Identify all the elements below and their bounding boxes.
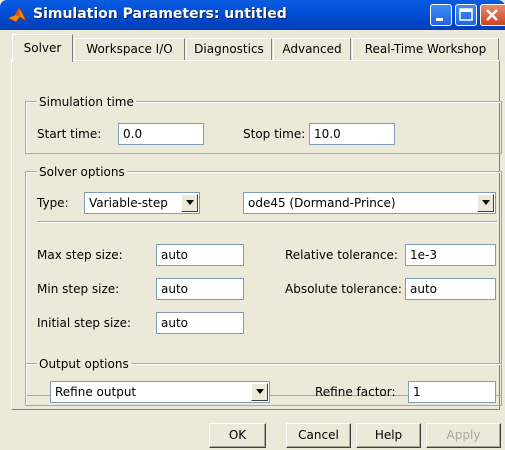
maximize-icon — [459, 8, 473, 21]
tab-real-time-workshop[interactable]: Real-Time Workshop — [352, 38, 499, 61]
minimize-button[interactable] — [430, 4, 452, 26]
solver-select[interactable]: ode45 (Dormand-Prince) — [243, 192, 496, 214]
minimize-icon — [436, 18, 443, 21]
chevron-down-icon — [186, 200, 194, 205]
solver-type-value: Variable-step — [89, 196, 168, 210]
start-time-input[interactable]: 0.0 — [118, 123, 204, 145]
help-button[interactable]: Help — [356, 423, 421, 448]
apply-button[interactable]: Apply — [426, 423, 501, 448]
ok-button[interactable]: OK — [209, 423, 266, 448]
stop-time-label: Stop time: — [243, 127, 306, 141]
relative-tolerance-label: Relative tolerance: — [285, 248, 398, 262]
solver-panel: Simulation time Start time: 0.0 Stop tim… — [11, 60, 502, 410]
close-button[interactable] — [480, 4, 505, 26]
chevron-down-icon — [482, 200, 490, 205]
cancel-button[interactable]: Cancel — [286, 423, 351, 448]
tab-advanced[interactable]: Advanced — [273, 38, 351, 61]
output-options-label: Output options — [37, 357, 131, 371]
refine-factor-input[interactable]: 1 — [408, 381, 496, 403]
refine-factor-label: Refine factor: — [315, 385, 396, 399]
output-dropdown-button[interactable] — [251, 383, 268, 401]
relative-tolerance-input[interactable]: 1e-3 — [405, 244, 496, 266]
solver-dropdown-button[interactable] — [477, 194, 494, 212]
solver-type-select[interactable]: Variable-step — [84, 192, 200, 214]
simulation-time-label: Simulation time — [37, 95, 136, 109]
output-select[interactable]: Refine output — [50, 381, 270, 403]
tab-workspace-io[interactable]: Workspace I/O — [74, 38, 185, 61]
matlab-logo-icon — [7, 7, 27, 23]
absolute-tolerance-label: Absolute tolerance: — [285, 282, 402, 296]
initial-step-size-input[interactable]: auto — [156, 312, 244, 334]
initial-step-size-label: Initial step size: — [37, 316, 132, 330]
min-step-size-input[interactable]: auto — [156, 278, 244, 300]
solver-options-divider — [37, 221, 497, 223]
maximize-button[interactable] — [455, 4, 477, 26]
max-step-size-input[interactable]: auto — [156, 244, 244, 266]
window-title: Simulation Parameters: untitled — [33, 6, 287, 22]
start-time-label: Start time: — [37, 127, 102, 141]
solver-options-label: Solver options — [37, 165, 127, 179]
stop-time-input[interactable]: 10.0 — [309, 123, 395, 145]
absolute-tolerance-input[interactable]: auto — [405, 278, 496, 300]
max-step-size-label: Max step size: — [37, 248, 123, 262]
type-label: Type: — [37, 196, 69, 210]
min-step-size-label: Min step size: — [37, 282, 120, 296]
chevron-down-icon — [256, 389, 264, 394]
simulation-parameters-window: Simulation Parameters: untitled Solver W… — [0, 0, 505, 450]
tab-solver[interactable]: Solver — [12, 34, 73, 62]
solver-type-dropdown-button[interactable] — [181, 194, 198, 212]
tab-diagnostics[interactable]: Diagnostics — [186, 38, 272, 61]
close-icon — [486, 9, 498, 21]
output-value: Refine output — [55, 385, 137, 399]
title-bar[interactable]: Simulation Parameters: untitled — [0, 0, 505, 30]
solver-value: ode45 (Dormand-Prince) — [248, 196, 396, 210]
